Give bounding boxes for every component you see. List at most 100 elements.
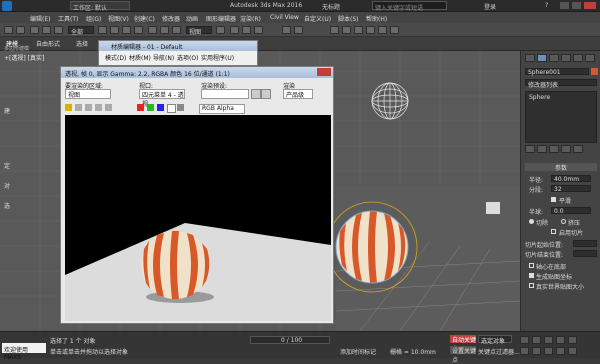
mirror-icon[interactable] xyxy=(282,26,291,34)
slice-to-input[interactable] xyxy=(573,250,597,257)
menu-animation[interactable]: 动画 xyxy=(186,14,198,23)
segments-input[interactable]: 32 xyxy=(551,185,591,193)
modifier-stack[interactable]: Sphere xyxy=(525,91,597,143)
snap-icon[interactable] xyxy=(230,26,239,34)
window-crossing-icon[interactable] xyxy=(134,26,143,34)
slice-from-input[interactable] xyxy=(573,240,597,247)
me-menu-navigation[interactable]: 导航(N) xyxy=(153,53,174,62)
selection-filter-dropdown[interactable]: 全部 xyxy=(68,26,94,36)
curve-editor-icon[interactable] xyxy=(330,26,339,34)
rect-selection-icon[interactable] xyxy=(122,26,131,34)
smooth-checkbox[interactable] xyxy=(551,197,556,202)
align-icon[interactable] xyxy=(294,26,303,34)
zoom-all-icon[interactable] xyxy=(532,347,541,355)
stack-item-sphere[interactable]: Sphere xyxy=(529,94,550,101)
workspace-dropdown[interactable]: 工作区: 默认 xyxy=(70,1,130,12)
time-slider[interactable]: 0 / 100 xyxy=(250,336,330,344)
make-unique-icon[interactable] xyxy=(549,145,559,153)
prev-frame-icon[interactable] xyxy=(532,336,541,344)
ribbon-tab-selection[interactable]: 选择 xyxy=(76,39,88,48)
ribbon-tab-freeform[interactable]: 自由形式 xyxy=(36,39,60,48)
move-icon[interactable] xyxy=(148,26,157,34)
preset-dropdown[interactable] xyxy=(201,89,249,99)
mono-icon[interactable] xyxy=(177,104,184,111)
link-icon[interactable] xyxy=(30,26,39,34)
remove-modifier-icon[interactable] xyxy=(561,145,571,153)
sign-in-link[interactable]: 登录 xyxy=(484,2,496,11)
side-label-3[interactable]: 对 xyxy=(4,181,10,190)
key-filters-button[interactable]: 关键点过滤器... xyxy=(478,347,520,356)
select-by-name-icon[interactable] xyxy=(110,26,119,34)
create-tab-icon[interactable] xyxy=(525,54,535,62)
maximize-button[interactable] xyxy=(572,2,581,9)
chop-radio[interactable] xyxy=(529,219,534,224)
bind-spacewarp-icon[interactable] xyxy=(54,26,63,34)
me-menu-utilities[interactable]: 实用程序(U) xyxy=(201,53,234,62)
menu-rendering[interactable]: 渲染(R) xyxy=(240,14,261,23)
unlink-icon[interactable] xyxy=(42,26,51,34)
app-logo-icon[interactable] xyxy=(2,1,12,11)
configure-sets-icon[interactable] xyxy=(573,145,583,153)
menu-tools[interactable]: 工具(T) xyxy=(58,14,78,23)
pivot-icon[interactable] xyxy=(216,26,225,34)
render-teapot-icon[interactable] xyxy=(390,26,399,34)
save-image-icon[interactable] xyxy=(65,104,72,111)
scale-icon[interactable] xyxy=(172,26,181,34)
real-world-checkbox[interactable] xyxy=(529,283,534,288)
auto-key-button[interactable]: 自动关键点 xyxy=(450,335,476,353)
side-label-1[interactable]: 建 xyxy=(4,106,10,115)
clone-window-icon[interactable] xyxy=(85,104,92,111)
copy-image-icon[interactable] xyxy=(75,104,82,111)
me-menu-mode[interactable]: 模式(D) xyxy=(105,53,126,62)
goto-end-icon[interactable] xyxy=(568,336,577,344)
percent-snap-icon[interactable] xyxy=(254,26,263,34)
hemisphere-input[interactable]: 0.0 xyxy=(551,207,591,215)
clear-icon[interactable] xyxy=(105,104,112,111)
radius-input[interactable]: 40.0mm xyxy=(551,175,591,183)
render-window-titlebar[interactable]: 透视, 帧 0, 显示 Gamma: 2.2, RGBA 颜色 16 位/通道 … xyxy=(61,67,333,78)
menu-modifiers[interactable]: 修改器 xyxy=(162,14,180,23)
minimize-button[interactable] xyxy=(560,2,569,9)
render-frame-icon[interactable] xyxy=(378,26,387,34)
undo-icon[interactable] xyxy=(4,26,13,34)
add-time-tag[interactable]: 添加时间标记 xyxy=(340,347,376,356)
red-channel-icon[interactable] xyxy=(137,104,144,111)
redo-icon[interactable] xyxy=(16,26,25,34)
alpha-channel-icon[interactable] xyxy=(167,104,176,113)
side-label-2[interactable]: 定 xyxy=(4,161,10,170)
viewport-label[interactable]: +[透视] [真实] xyxy=(4,53,44,62)
me-menu-material[interactable]: 材质(M) xyxy=(129,53,151,62)
environment-button[interactable] xyxy=(261,89,271,99)
close-button[interactable] xyxy=(584,2,596,9)
maxscript-listener[interactable]: 欢迎使用 MAXS xyxy=(2,343,46,361)
base-to-pivot-checkbox[interactable] xyxy=(529,263,534,268)
render-setup-icon[interactable] xyxy=(366,26,375,34)
pin-stack-icon[interactable] xyxy=(525,145,535,153)
green-channel-icon[interactable] xyxy=(147,104,154,111)
menu-group[interactable]: 组(G) xyxy=(86,14,101,23)
set-key-button[interactable]: 设置关键点 xyxy=(450,346,476,364)
schematic-view-icon[interactable] xyxy=(342,26,351,34)
menu-edit[interactable]: 编辑(E) xyxy=(30,14,50,23)
orbit-icon[interactable] xyxy=(556,347,565,355)
search-input[interactable]: 键入关键字或短语 xyxy=(372,1,447,12)
area-dropdown[interactable]: 视图 xyxy=(65,89,111,99)
gen-map-checkbox[interactable] xyxy=(529,273,534,278)
goto-start-icon[interactable] xyxy=(520,336,529,344)
help-icon[interactable]: ? xyxy=(545,2,548,9)
material-editor-titlebar[interactable]: 材质编辑器 - 01 - Default xyxy=(99,41,257,51)
modifier-list-dropdown[interactable]: 修改器列表 xyxy=(525,79,597,89)
object-color-swatch[interactable] xyxy=(591,68,598,75)
render-window-close-button[interactable] xyxy=(317,68,331,76)
zoom-icon[interactable] xyxy=(520,347,529,355)
slice-on-checkbox[interactable] xyxy=(551,229,556,234)
blue-channel-icon[interactable] xyxy=(157,104,164,111)
modify-tab-icon[interactable] xyxy=(537,54,547,62)
menu-graph-editors[interactable]: 图形编辑器 xyxy=(206,14,236,23)
rotate-icon[interactable] xyxy=(160,26,169,34)
menu-view[interactable]: 视图(V) xyxy=(108,14,129,23)
motion-tab-icon[interactable] xyxy=(561,54,571,62)
select-object-icon[interactable] xyxy=(98,26,107,34)
production-dropdown[interactable]: 产品级 xyxy=(283,89,313,99)
menu-civil-view[interactable]: Civil View xyxy=(270,14,299,21)
